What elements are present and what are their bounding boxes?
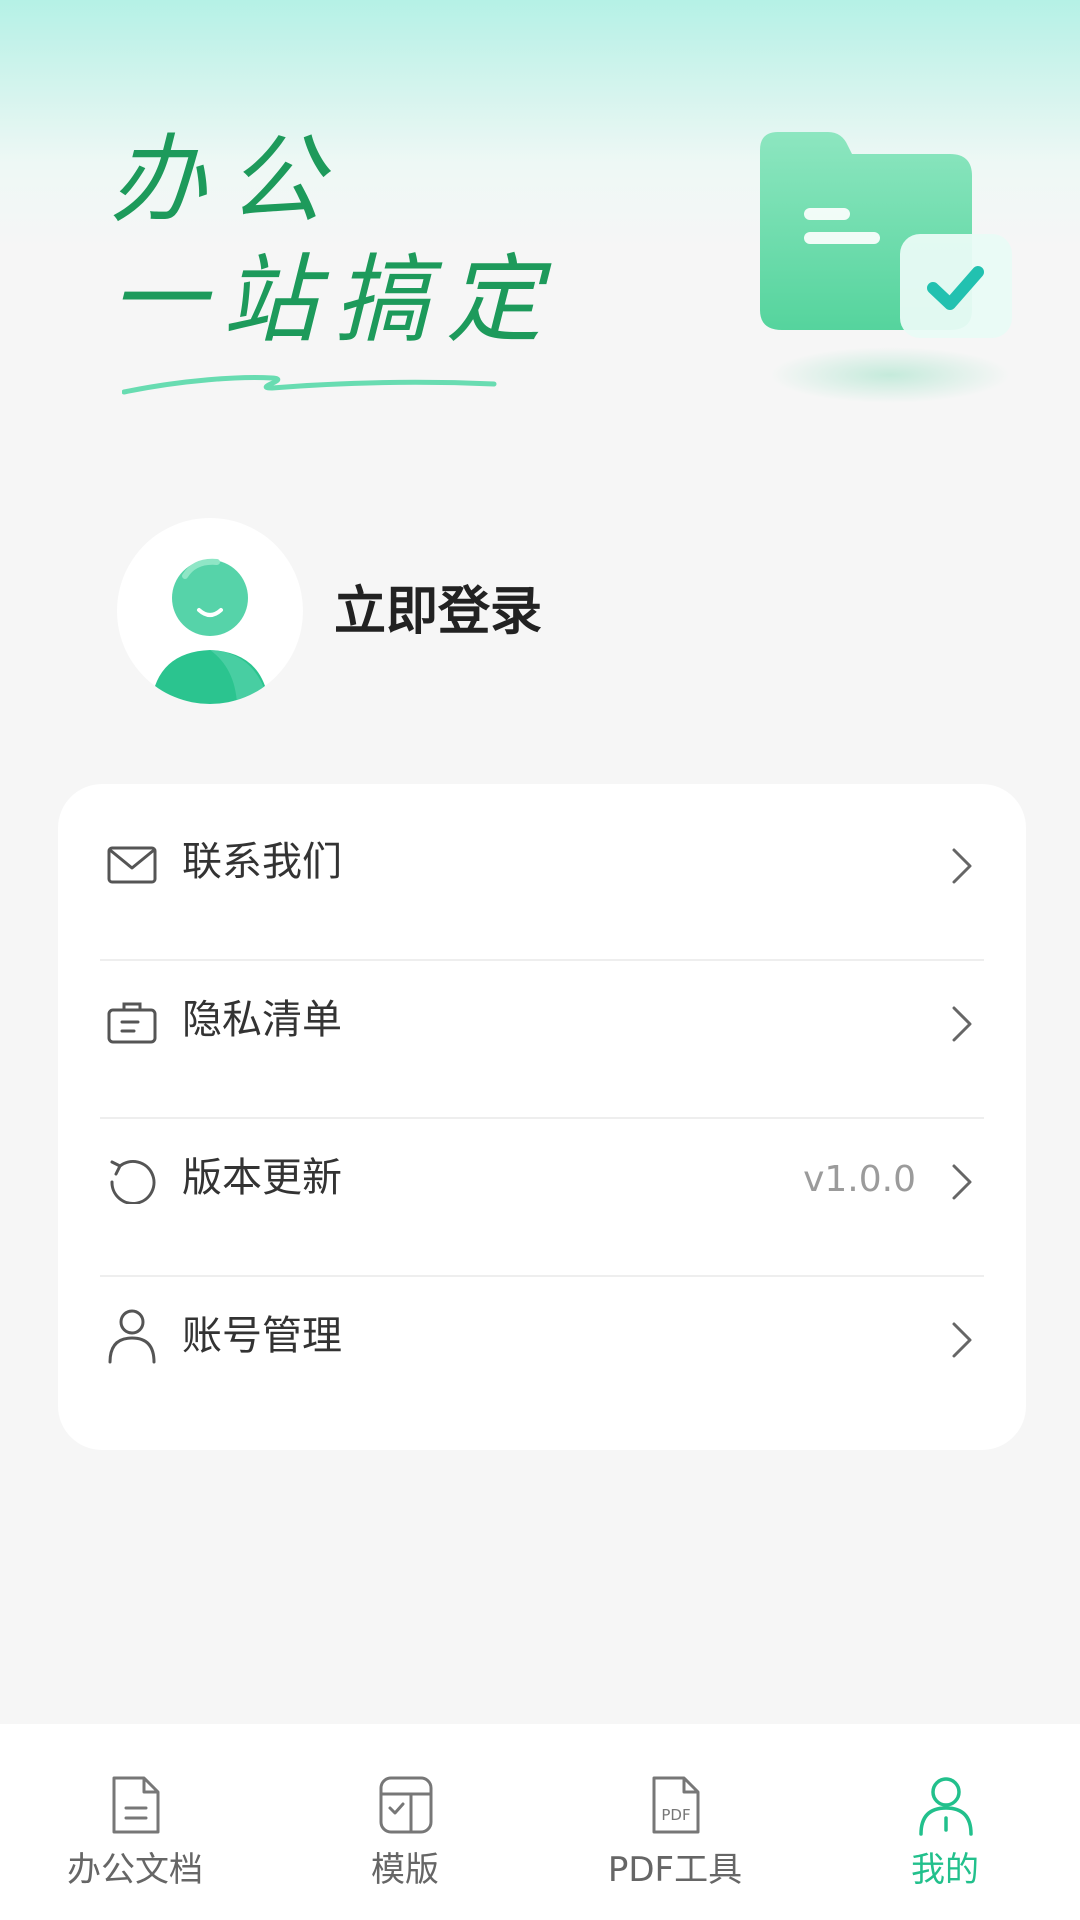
tab-templates[interactable]: 模版 xyxy=(270,1724,540,1920)
avatar[interactable] xyxy=(117,518,303,704)
slogan-line-2: 一站搞定 xyxy=(110,244,558,356)
tab-label: 办公文档 xyxy=(67,1850,203,1890)
slogan-line-1: 办公 xyxy=(110,124,346,236)
chevron-right-icon xyxy=(952,1322,972,1358)
tab-office-docs[interactable]: 办公文档 xyxy=(0,1724,270,1920)
tab-pdf-tools[interactable]: PDF PDF工具 xyxy=(540,1724,810,1920)
hero-banner: 办公 一站搞定 xyxy=(0,0,1080,430)
privacy-list-icon xyxy=(107,1002,157,1044)
version-value: v1.0.0 xyxy=(803,1159,916,1200)
brush-stroke-decoration xyxy=(122,375,497,395)
mail-icon xyxy=(107,846,157,884)
menu-item-contact-us[interactable]: 联系我们 xyxy=(58,784,1026,941)
refresh-icon xyxy=(110,1160,156,1204)
tab-label: 我的 xyxy=(911,1850,979,1890)
svg-text:PDF: PDF xyxy=(661,1806,690,1824)
tab-label: PDF工具 xyxy=(607,1850,743,1890)
menu-item-account-management[interactable]: 账号管理 xyxy=(58,1258,1026,1415)
avatar-person-icon xyxy=(151,558,269,704)
login-link[interactable]: 立即登录 xyxy=(334,582,542,642)
tab-label: 模版 xyxy=(371,1850,439,1890)
user-icon xyxy=(108,1309,156,1364)
chevron-right-icon xyxy=(952,848,972,884)
profile-section[interactable]: 立即登录 xyxy=(117,518,817,708)
chevron-right-icon xyxy=(952,1164,972,1200)
document-icon xyxy=(112,1776,160,1834)
template-icon xyxy=(379,1776,433,1834)
chevron-right-icon xyxy=(952,1006,972,1042)
menu-item-label: 联系我们 xyxy=(182,839,342,885)
pdf-icon: PDF xyxy=(652,1776,700,1834)
menu-item-privacy-list[interactable]: 隐私清单 xyxy=(58,942,1026,1099)
tab-mine[interactable]: 我的 xyxy=(810,1724,1080,1920)
bottom-tab-bar: 办公文档 模版 PDF PDF工具 我的 xyxy=(0,1724,1080,1920)
menu-item-label: 隐私清单 xyxy=(182,997,342,1043)
profile-icon xyxy=(919,1777,973,1836)
settings-menu-card: 联系我们 隐私清单 版本更新 v1.0.0 账号管理 xyxy=(58,784,1026,1450)
menu-item-label: 账号管理 xyxy=(182,1313,342,1359)
folder-check-illustration xyxy=(760,132,1012,403)
menu-item-version-update[interactable]: 版本更新 v1.0.0 xyxy=(58,1100,1026,1257)
menu-item-label: 版本更新 xyxy=(182,1155,342,1201)
